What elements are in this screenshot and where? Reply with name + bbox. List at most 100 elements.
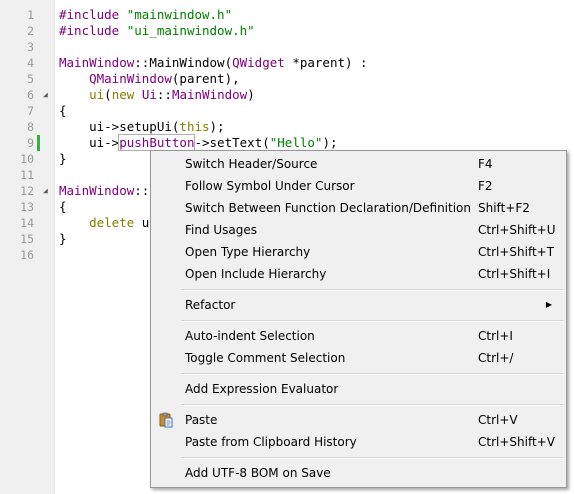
menu-item-label: Follow Symbol Under Cursor — [185, 179, 355, 193]
line-number: 11 — [20, 168, 34, 182]
code-token: *parent) : — [284, 55, 368, 70]
line-number: 12 — [20, 184, 34, 198]
menu-item-label: Refactor — [185, 298, 236, 312]
code-token: MainWindow — [171, 87, 248, 102]
menu-item-shortcut: Ctrl+V — [478, 413, 518, 427]
code-token: ); — [322, 135, 338, 150]
menu-item-switch-declaration-definition[interactable]: Switch Between Function Declaration/Defi… — [151, 197, 566, 219]
menu-item-follow-symbol[interactable]: Follow Symbol Under Cursor F2 — [151, 175, 566, 197]
code-token: MainWindow — [59, 55, 135, 70]
code-line: ui->setupUi(this); — [59, 119, 225, 135]
code-line: { — [59, 199, 67, 215]
menu-item-shortcut: Shift+F2 — [478, 201, 530, 215]
menu-item-shortcut: Ctrl+Shift+V — [478, 435, 555, 449]
paste-icon — [159, 412, 173, 428]
code-token: delete — [89, 215, 135, 230]
menu-item-refactor[interactable]: Refactor ▶ — [151, 294, 566, 316]
code-token: ->setText( — [194, 135, 270, 150]
code-token: #include — [59, 7, 127, 22]
fold-arrow-icon[interactable]: ◢ — [43, 183, 51, 199]
code-line: #include "ui_mainwindow.h" — [59, 23, 255, 39]
menu-item-paste-from-clipboard-history[interactable]: Paste from Clipboard History Ctrl+Shift+… — [151, 431, 566, 453]
code-line: } — [59, 151, 67, 167]
code-token: new — [111, 87, 135, 102]
code-token: QWidget — [232, 55, 285, 70]
line-number: 10 — [20, 152, 34, 166]
code-token: QMainWindow — [89, 71, 172, 86]
code-line: MainWindow::MainWindow(QWidget *parent) … — [59, 55, 368, 71]
line-number: 3 — [27, 40, 34, 54]
code-line: MainWindow:: — [59, 183, 149, 199]
context-menu: Switch Header/Source F4 Follow Symbol Un… — [150, 150, 567, 488]
menu-item-add-utf8-bom[interactable]: Add UTF-8 BOM on Save — [151, 462, 566, 484]
line-number: 4 — [27, 56, 34, 70]
menu-item-open-include-hierarchy[interactable]: Open Include Hierarchy Ctrl+Shift+I — [151, 263, 566, 285]
menu-item-shortcut: F2 — [478, 179, 493, 193]
fold-arrow-icon[interactable]: ◢ — [43, 87, 51, 103]
line-number: 5 — [27, 72, 34, 86]
code-token: ui — [89, 87, 105, 102]
code-line: { — [59, 103, 67, 119]
code-token: ); — [209, 119, 225, 134]
menu-item-find-usages[interactable]: Find Usages Ctrl+Shift+U — [151, 219, 566, 241]
menu-item-label: Find Usages — [185, 223, 258, 237]
line-number: 14 — [20, 216, 34, 230]
code-token: { — [59, 199, 67, 214]
menu-item-label: Open Include Hierarchy — [185, 267, 327, 281]
menu-separator — [181, 289, 564, 291]
menu-separator — [181, 404, 564, 406]
menu-separator — [181, 320, 564, 322]
menu-item-shortcut: Ctrl+/ — [478, 351, 514, 365]
menu-item-label: Switch Header/Source — [185, 157, 318, 171]
submenu-arrow-icon: ▶ — [545, 300, 552, 309]
menu-separator — [181, 373, 564, 375]
code-token: "ui_mainwindow.h" — [126, 23, 255, 38]
line-number-gutter: 1 2 3 4 5 6 7 8 9 10 11 12 13 14 15 16 ◢… — [0, 0, 55, 494]
menu-item-label: Auto-indent Selection — [185, 329, 315, 343]
modified-line-marker — [37, 135, 40, 151]
code-token: :: — [134, 183, 150, 198]
code-token: "mainwindow.h" — [126, 7, 233, 22]
line-number: 1 — [27, 8, 34, 22]
code-token: ::MainWindow( — [134, 55, 233, 70]
code-token: pushButton — [118, 134, 196, 151]
menu-item-add-expression-evaluator[interactable]: Add Expression Evaluator — [151, 378, 566, 400]
menu-item-switch-header-source[interactable]: Switch Header/Source F4 — [151, 153, 566, 175]
menu-item-open-type-hierarchy[interactable]: Open Type Hierarchy Ctrl+Shift+T — [151, 241, 566, 263]
menu-item-label: Add UTF-8 BOM on Save — [185, 466, 331, 480]
menu-item-toggle-comment[interactable]: Toggle Comment Selection Ctrl+/ — [151, 347, 566, 369]
code-token: } — [59, 151, 67, 166]
code-token: this — [179, 119, 210, 134]
code-token: ui-> — [59, 135, 120, 150]
menu-item-shortcut: Ctrl+Shift+U — [478, 223, 556, 237]
line-number: 16 — [20, 248, 34, 262]
menu-item-shortcut: F4 — [478, 157, 493, 171]
code-token: Ui — [141, 87, 157, 102]
code-token: } — [59, 231, 67, 246]
code-token: (parent), — [171, 71, 240, 86]
code-line: #include "mainwindow.h" — [59, 7, 232, 23]
code-line: delete u — [59, 215, 149, 231]
menu-item-label: Toggle Comment Selection — [185, 351, 346, 365]
code-token: u — [134, 215, 150, 230]
line-number: 13 — [20, 200, 34, 214]
menu-item-label: Paste from Clipboard History — [185, 435, 357, 449]
code-token: :: — [156, 87, 172, 102]
line-number: 15 — [20, 232, 34, 246]
menu-item-shortcut: Ctrl+Shift+I — [478, 267, 551, 281]
line-number: 9 — [27, 136, 34, 150]
code-token: ( — [104, 87, 112, 102]
code-line: ui->pushButton->setText("Hello"); — [59, 134, 338, 151]
line-number: 7 — [27, 104, 34, 118]
code-token: #include — [59, 23, 127, 38]
code-line: ui(new Ui::MainWindow) — [59, 87, 255, 103]
menu-item-auto-indent[interactable]: Auto-indent Selection Ctrl+I — [151, 325, 566, 347]
menu-item-label: Open Type Hierarchy — [185, 245, 311, 259]
menu-item-shortcut: Ctrl+Shift+T — [478, 245, 555, 259]
code-token: ) — [247, 87, 255, 102]
menu-item-label: Paste — [185, 413, 218, 427]
menu-item-paste[interactable]: Paste Ctrl+V — [151, 409, 566, 431]
